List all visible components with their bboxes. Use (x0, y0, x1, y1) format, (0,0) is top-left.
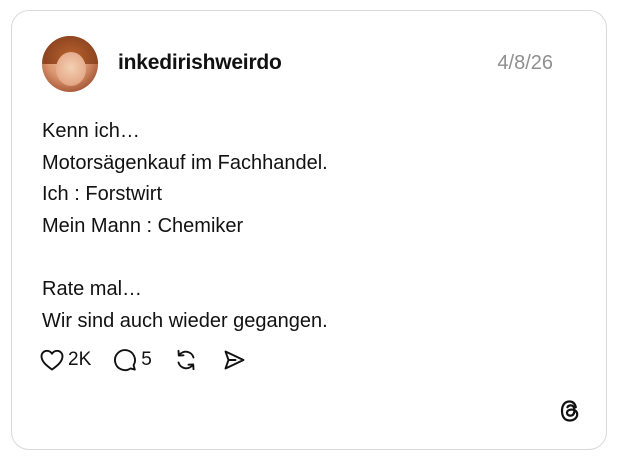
post-text-line: Kenn ich… (42, 120, 140, 142)
post-text-line: Mein Mann : Chemiker (42, 214, 244, 237)
post-card: inkedirishweirdo 4/8/26 Kenn ich… Motors… (11, 10, 607, 450)
like-count: 2K (68, 349, 92, 370)
speech-bubble-icon (114, 349, 137, 372)
share-button[interactable] (222, 347, 246, 373)
post-text-line (42, 242, 582, 274)
post-date: 4/8/26 (497, 52, 553, 74)
send-icon (224, 350, 245, 370)
avatar[interactable] (42, 36, 98, 92)
like-button[interactable]: 2K (40, 347, 91, 373)
comment-button[interactable]: 5 (113, 347, 152, 373)
repost-button[interactable] (174, 347, 198, 373)
post-text-line: Ich : Forstwirt (42, 183, 163, 206)
username[interactable]: inkedirishweirdo (118, 51, 282, 75)
avatar-face (56, 52, 86, 86)
repost-arrows-icon (177, 349, 195, 371)
post-text-line: Rate mal… (42, 277, 143, 300)
post-text-line: Wir sind auch wieder gegangen. (42, 309, 328, 332)
action-bar: 2K 5 (40, 347, 246, 373)
comment-count: 5 (141, 349, 152, 370)
post-text-line: Motorsägenkauf im Fachhandel. (42, 151, 328, 174)
post-text: Kenn ich… Motorsägenkauf im Fachhandel. … (42, 116, 582, 337)
threads-logo-icon (557, 397, 583, 425)
heart-icon (40, 349, 64, 371)
